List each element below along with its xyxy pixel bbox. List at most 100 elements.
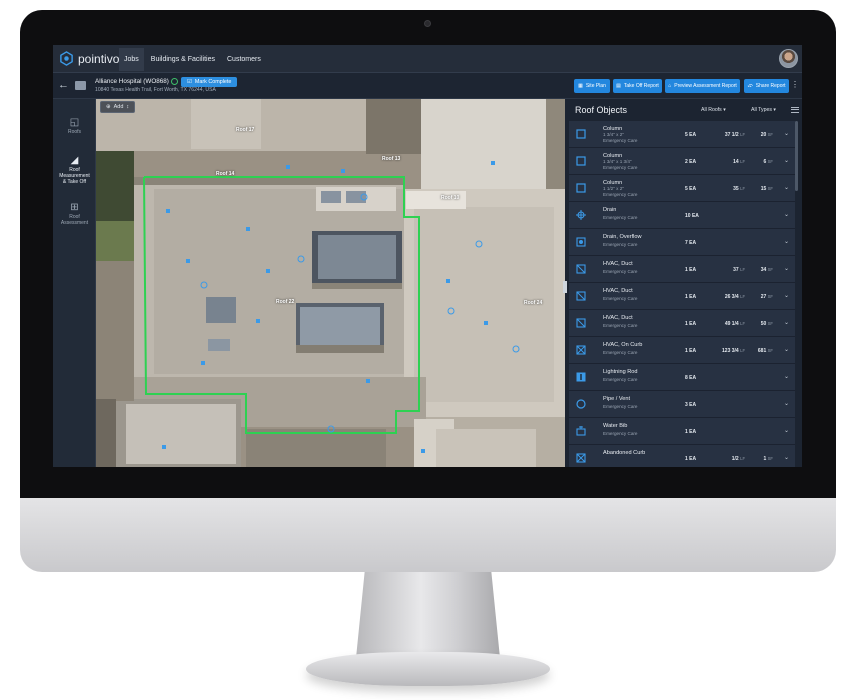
object-area: 6 SF xyxy=(749,159,773,165)
share-icon: ⤽ xyxy=(747,83,753,89)
object-details: 1 3/4" x 1 3/4" Emergency Care xyxy=(603,159,637,170)
chevron-down-icon[interactable]: ⌄ xyxy=(784,427,789,434)
object-zone: Emergency Care xyxy=(603,191,638,197)
hamburger-menu-icon[interactable] xyxy=(791,105,799,114)
tool-sidebar: ◱ Roofs ◢ Roof Measurement & Take Off ⊞ … xyxy=(53,99,96,467)
aerial-map[interactable]: ⊕ Add ↕ Roof 17 Roof 13 Roof 14 Roof 10 Ro… xyxy=(96,99,565,467)
monitor-stand xyxy=(356,572,500,658)
chevron-down-icon[interactable]: ⌄ xyxy=(784,130,789,137)
object-size: 1 3/4" x 2" xyxy=(603,132,624,137)
chevron-down-icon[interactable]: ⌄ xyxy=(784,292,789,299)
roof-object-row[interactable]: HVAC, On Curb Emergency Care 1 EA 123 3/4 L… xyxy=(569,337,795,364)
roof-object-row[interactable]: HVAC, Duct Emergency Care 1 EA 49 1/4 LF 50 … xyxy=(569,310,795,337)
area-value: 34 xyxy=(760,267,767,273)
area-value: 27 xyxy=(760,294,767,300)
preview-report-label: Preview Assessment Report xyxy=(674,83,737,89)
tool-roofs-label: Roofs xyxy=(67,129,82,135)
tool-roofs[interactable]: ◱ Roofs xyxy=(53,117,96,135)
report-icon: ▤ xyxy=(616,83,621,89)
roof-label-24[interactable]: Roof 24 xyxy=(524,300,542,306)
roof-object-row[interactable]: Lightning Rod Emergency Care 8 EA ⌄ xyxy=(569,364,795,391)
tool-roof-assessment[interactable]: ⊞ Roof Assessment xyxy=(53,202,96,226)
logo[interactable]: pointivo xyxy=(59,51,119,66)
all-roofs-filter[interactable]: All Roofs ▾ xyxy=(701,107,726,113)
object-area: 1 SF xyxy=(749,456,773,462)
object-count: 1 EA xyxy=(685,348,696,354)
nav-buildings[interactable]: Buildings & Facilities xyxy=(146,48,220,71)
object-area: 34 SF xyxy=(749,267,773,273)
chevron-down-icon[interactable]: ⌄ xyxy=(784,346,789,353)
area-value: 1 xyxy=(763,456,767,462)
roof-object-row[interactable]: HVAC, Duct Emergency Care 1 EA 37 LF 34 SF ⌄ xyxy=(569,256,795,283)
roof-object-row[interactable]: Pipe / Vent Emergency Care 3 EA ⌄ xyxy=(569,391,795,418)
object-count: 1 EA xyxy=(685,321,696,327)
folder-icon[interactable] xyxy=(75,81,86,90)
share-report-button[interactable]: ⤽ Share Report xyxy=(744,79,789,93)
roof-object-row[interactable]: Abandoned Curb 1 EA 1/2 LF 1 SF ⌄ xyxy=(569,445,795,467)
site-plan-label: Site Plan xyxy=(585,83,606,89)
area-value: 50 xyxy=(760,321,767,327)
object-count: 10 EA xyxy=(685,213,699,219)
mark-complete-button[interactable]: ☑ Mark Complete xyxy=(181,77,238,87)
site-plan-button[interactable]: ▦ Site Plan xyxy=(574,79,610,93)
chevron-down-icon[interactable]: ⌄ xyxy=(784,373,789,380)
add-object-button[interactable]: ⊕ Add ↕ xyxy=(100,101,136,113)
curb-icon xyxy=(576,453,586,463)
length-value: 1/2 xyxy=(731,456,739,462)
panel-resize-handle[interactable] xyxy=(563,281,567,293)
caret-icon: ↕ xyxy=(126,104,130,110)
square-icon xyxy=(576,129,586,139)
count-value: 1 EA xyxy=(685,429,697,435)
aerial-roof-image xyxy=(96,99,565,467)
tool-measure-label-3: & Take Off xyxy=(62,179,87,185)
roof-object-row[interactable]: Column 1 3/4" x 2" Emergency Care 5 EA 37 1/… xyxy=(569,121,795,148)
roof-label-17[interactable]: Roof 17 xyxy=(236,127,254,133)
preview-assessment-report-button[interactable]: ⌂ Preview Assessment Report xyxy=(665,79,740,93)
back-arrow-icon[interactable]: ← xyxy=(58,79,69,91)
nav-customers[interactable]: Customers xyxy=(222,48,266,71)
circle-icon xyxy=(576,399,586,409)
chevron-down-icon[interactable]: ⌄ xyxy=(784,265,789,272)
roof-object-row[interactable]: Drain Emergency Care 10 EA ⌄ xyxy=(569,202,795,229)
more-options-icon[interactable]: ⋮ xyxy=(791,81,799,89)
object-area: 27 SF xyxy=(749,294,773,300)
lightning-rod-icon xyxy=(576,372,586,382)
take-off-report-button[interactable]: ▤ Take Off Report xyxy=(613,79,662,93)
caret-down-icon: ▾ xyxy=(723,107,726,113)
chevron-down-icon[interactable]: ⌄ xyxy=(784,400,789,407)
chevron-down-icon[interactable]: ⌄ xyxy=(784,454,789,461)
length-value: 37 1/2 xyxy=(724,132,739,138)
chevron-down-icon[interactable]: ⌄ xyxy=(784,157,789,164)
roof-object-row[interactable]: Column 1 1/2" x 2" Emergency Care 5 EA 35 LF… xyxy=(569,175,795,202)
roof-object-row[interactable]: Water Bib Emergency Care 1 EA ⌄ xyxy=(569,418,795,445)
panel-title: Roof Objects xyxy=(575,105,628,115)
water-bib-icon xyxy=(576,426,586,436)
roof-label-14[interactable]: Roof 14 xyxy=(216,171,234,177)
chevron-down-icon[interactable]: ⌄ xyxy=(784,211,789,218)
object-length: 49 1/4 LF xyxy=(717,321,745,327)
status-check-icon xyxy=(171,78,178,85)
pointivo-logo-icon xyxy=(60,51,73,66)
roof-object-row[interactable]: Drain, Overflow Emergency Care 7 EA ⌄ xyxy=(569,229,795,256)
all-types-filter[interactable]: All Types ▾ xyxy=(751,107,776,113)
roof-label-10[interactable]: Roof 10 xyxy=(441,195,459,201)
user-avatar[interactable] xyxy=(779,49,798,68)
drain-icon xyxy=(576,210,586,220)
object-count: 1 EA xyxy=(685,267,696,273)
tool-roof-measurement[interactable]: ◢ Roof Measurement & Take Off xyxy=(53,155,96,185)
nav-jobs[interactable]: Jobs xyxy=(119,47,144,71)
webcam xyxy=(424,20,431,27)
object-zone: Emergency Care xyxy=(603,137,638,143)
roof-object-row[interactable]: Column 1 3/4" x 1 3/4" Emergency Care 2 EA 1… xyxy=(569,148,795,175)
chevron-down-icon[interactable]: ⌄ xyxy=(784,319,789,326)
roof-label-13[interactable]: Roof 13 xyxy=(382,156,400,162)
mark-complete-label: Mark Complete xyxy=(194,79,232,85)
count-value: 1 EA xyxy=(685,456,697,462)
roof-label-22[interactable]: Roof 22 xyxy=(276,299,294,305)
area-unit: SF xyxy=(767,321,773,326)
chevron-down-icon[interactable]: ⌄ xyxy=(784,184,789,191)
roof-object-row[interactable]: HVAC, Duct Emergency Care 1 EA 26 3/4 LF 27 … xyxy=(569,283,795,310)
list-scrollbar[interactable] xyxy=(795,121,798,191)
length-unit: LF xyxy=(740,186,745,191)
chevron-down-icon[interactable]: ⌄ xyxy=(784,238,789,245)
